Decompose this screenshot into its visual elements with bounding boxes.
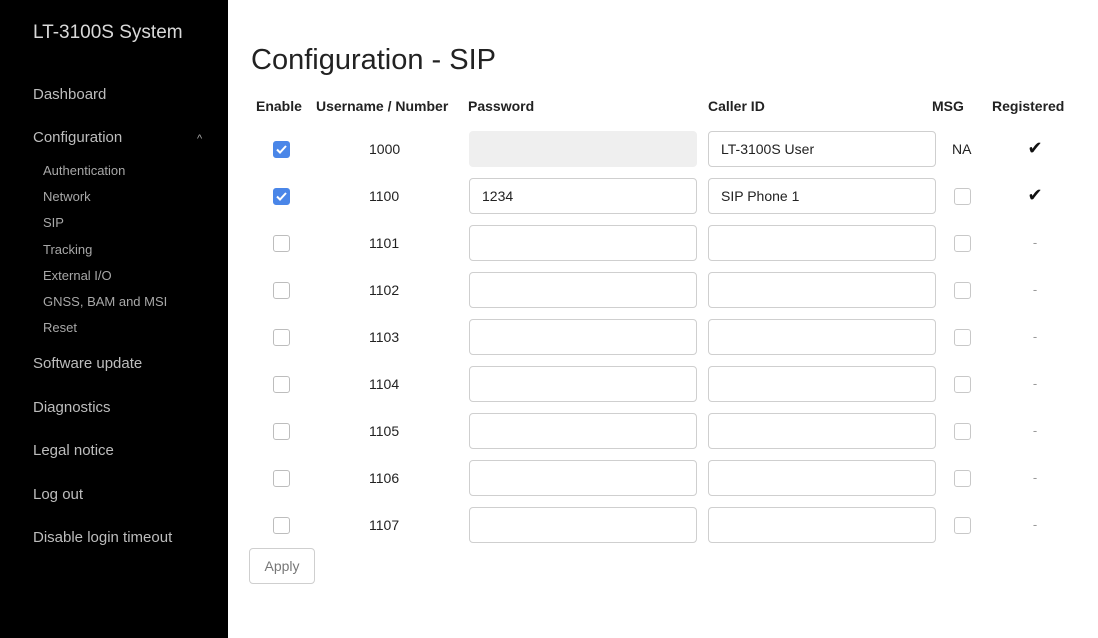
msg-checkbox[interactable] [954, 329, 971, 346]
registered-status: - [1032, 423, 1038, 438]
main-content: Configuration - SIP Enable Username / Nu… [228, 0, 1098, 638]
table-row: 1102 - [228, 271, 1098, 311]
checkmark-icon [276, 192, 287, 201]
nav-legal-notice[interactable]: Legal notice [33, 442, 114, 459]
enable-checkbox[interactable] [273, 188, 290, 205]
password-input [469, 131, 697, 167]
nav-software-update[interactable]: Software update [33, 355, 142, 372]
table-row: 1101 - [228, 224, 1098, 264]
caller-id-input[interactable] [708, 225, 936, 261]
nav-sub-tracking[interactable]: Tracking [43, 242, 92, 257]
username-number: 1105 [369, 423, 400, 439]
caller-id-input[interactable] [708, 366, 936, 402]
header-username: Username / Number [316, 98, 449, 114]
username-number: 1102 [369, 282, 400, 298]
registered-check-icon: ✔ [1027, 138, 1043, 158]
caller-id-input[interactable] [708, 507, 936, 543]
enable-checkbox[interactable] [273, 235, 290, 252]
username-number: 1101 [369, 235, 400, 251]
caller-id-input[interactable] [708, 460, 936, 496]
nav-disable-login-timeout[interactable]: Disable login timeout [33, 529, 172, 546]
password-input[interactable] [469, 225, 697, 261]
msg-status: NA [952, 141, 972, 157]
header-caller-id: Caller ID [708, 98, 765, 114]
enable-checkbox[interactable] [273, 329, 290, 346]
nav-dashboard[interactable]: Dashboard [33, 86, 106, 103]
header-enable: Enable [256, 98, 302, 114]
registered-status: - [1032, 329, 1038, 344]
caller-id-input[interactable] [708, 413, 936, 449]
password-input[interactable] [469, 272, 697, 308]
msg-checkbox[interactable] [954, 376, 971, 393]
username-number: 1103 [369, 329, 400, 345]
msg-checkbox[interactable] [954, 235, 971, 252]
registered-status: - [1032, 376, 1038, 391]
nav-sub-reset[interactable]: Reset [43, 320, 77, 335]
enable-checkbox[interactable] [273, 141, 290, 158]
registered-status: - [1032, 470, 1038, 485]
nav-sub-gnss[interactable]: GNSS, BAM and MSI [43, 294, 167, 309]
msg-checkbox[interactable] [954, 423, 971, 440]
registered-status: - [1032, 235, 1038, 250]
header-password: Password [468, 98, 535, 114]
registered-status: - [1032, 517, 1038, 532]
enable-checkbox[interactable] [273, 282, 290, 299]
apply-button[interactable]: Apply [249, 548, 315, 584]
table-row: 1106 - [228, 459, 1098, 499]
registered-check-icon: ✔ [1027, 185, 1043, 205]
msg-checkbox[interactable] [954, 517, 971, 534]
nav-sub-sip[interactable]: SIP [43, 215, 64, 230]
caller-id-input[interactable] [708, 272, 936, 308]
username-number: 1000 [369, 141, 401, 157]
password-input[interactable] [469, 507, 697, 543]
table-row: 1104 - [228, 365, 1098, 405]
sidebar: LT-3100S System Dashboard Configuration … [0, 0, 228, 638]
caller-id-input[interactable] [708, 319, 936, 355]
enable-checkbox[interactable] [273, 423, 290, 440]
header-msg: MSG [932, 98, 964, 114]
table-row: 1103 - [228, 318, 1098, 358]
chevron-up-icon[interactable]: ^ [197, 133, 202, 145]
enable-checkbox[interactable] [273, 470, 290, 487]
username-number: 1100 [369, 188, 400, 204]
caller-id-input[interactable] [708, 178, 936, 214]
password-input[interactable] [469, 413, 697, 449]
nav-log-out[interactable]: Log out [33, 486, 83, 503]
brand-title: LT-3100S System [33, 22, 183, 43]
caller-id-input[interactable] [708, 131, 936, 167]
username-number: 1104 [369, 376, 400, 392]
username-number: 1107 [369, 517, 400, 533]
header-registered: Registered [992, 98, 1065, 114]
password-input[interactable] [469, 366, 697, 402]
username-number: 1106 [369, 470, 400, 486]
registered-status: - [1032, 282, 1038, 297]
nav-sub-authentication[interactable]: Authentication [43, 163, 125, 178]
checkmark-icon [276, 145, 287, 154]
table-row: 1100 ✔ [228, 177, 1098, 217]
page-title: Configuration - SIP [251, 44, 497, 76]
msg-checkbox[interactable] [954, 282, 971, 299]
nav-diagnostics[interactable]: Diagnostics [33, 399, 111, 416]
table-row: 1105 - [228, 412, 1098, 452]
nav-sub-network[interactable]: Network [43, 189, 91, 204]
msg-checkbox[interactable] [954, 188, 971, 205]
table-row: 1107 - [228, 506, 1098, 546]
enable-checkbox[interactable] [273, 517, 290, 534]
table-row: 1000 NA ✔ [228, 130, 1098, 170]
msg-checkbox[interactable] [954, 470, 971, 487]
enable-checkbox[interactable] [273, 376, 290, 393]
nav-sub-external-io[interactable]: External I/O [43, 268, 112, 283]
password-input[interactable] [469, 319, 697, 355]
nav-configuration[interactable]: Configuration [33, 129, 122, 146]
password-input[interactable] [469, 460, 697, 496]
password-input[interactable] [469, 178, 697, 214]
